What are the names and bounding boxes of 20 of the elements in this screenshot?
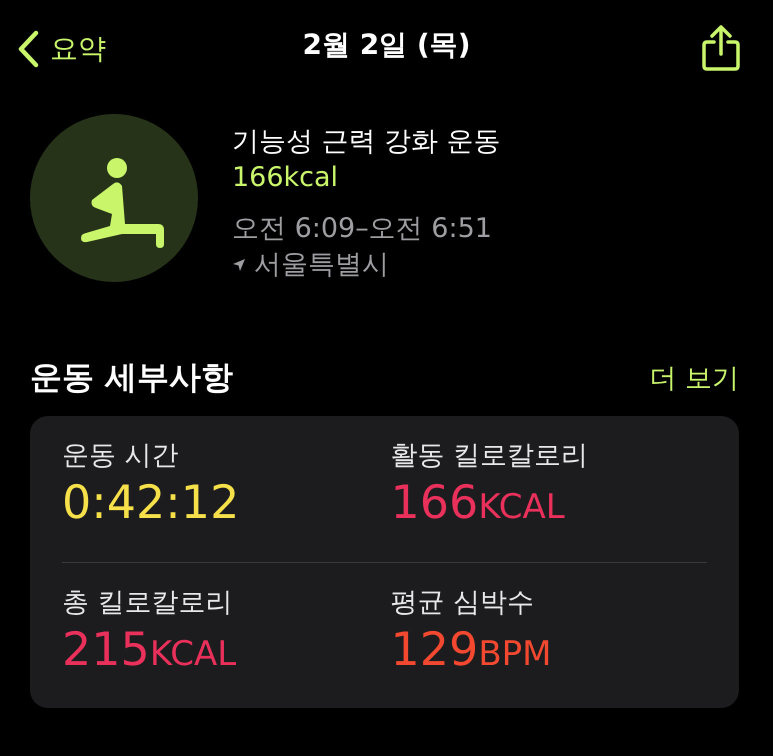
metric-value: 215 KCAL [62,620,236,678]
lunge-figure-icon [30,114,198,282]
back-button[interactable]: 요약 [16,30,106,68]
metric-value: 0:42:12 [62,474,240,530]
page-title: 2월 2일 (목) [302,27,471,63]
section-heading: 운동 세부사항 [30,357,234,398]
metric-value: 166KCAL [390,474,565,531]
chevron-left-icon [16,30,40,68]
workout-name: 기능성 근력 강화 운동 [232,125,501,159]
location-arrow-icon [232,258,246,272]
metric-label: 활동 킬로칼로리 [390,439,588,473]
metric-value: 129BPM [390,620,552,678]
metric-label: 총 킬로칼로리 [62,586,233,620]
location-text: 서울특별시 [254,248,389,282]
more-link[interactable]: 더 보기 [649,360,739,396]
share-icon [701,24,741,72]
calories-text: 166kcal [232,161,338,195]
metric-label: 운동 시간 [62,439,179,473]
metric-label: 평균 심박수 [390,586,534,620]
time-range: 오전 6:09–오전 6:51 [232,212,492,246]
